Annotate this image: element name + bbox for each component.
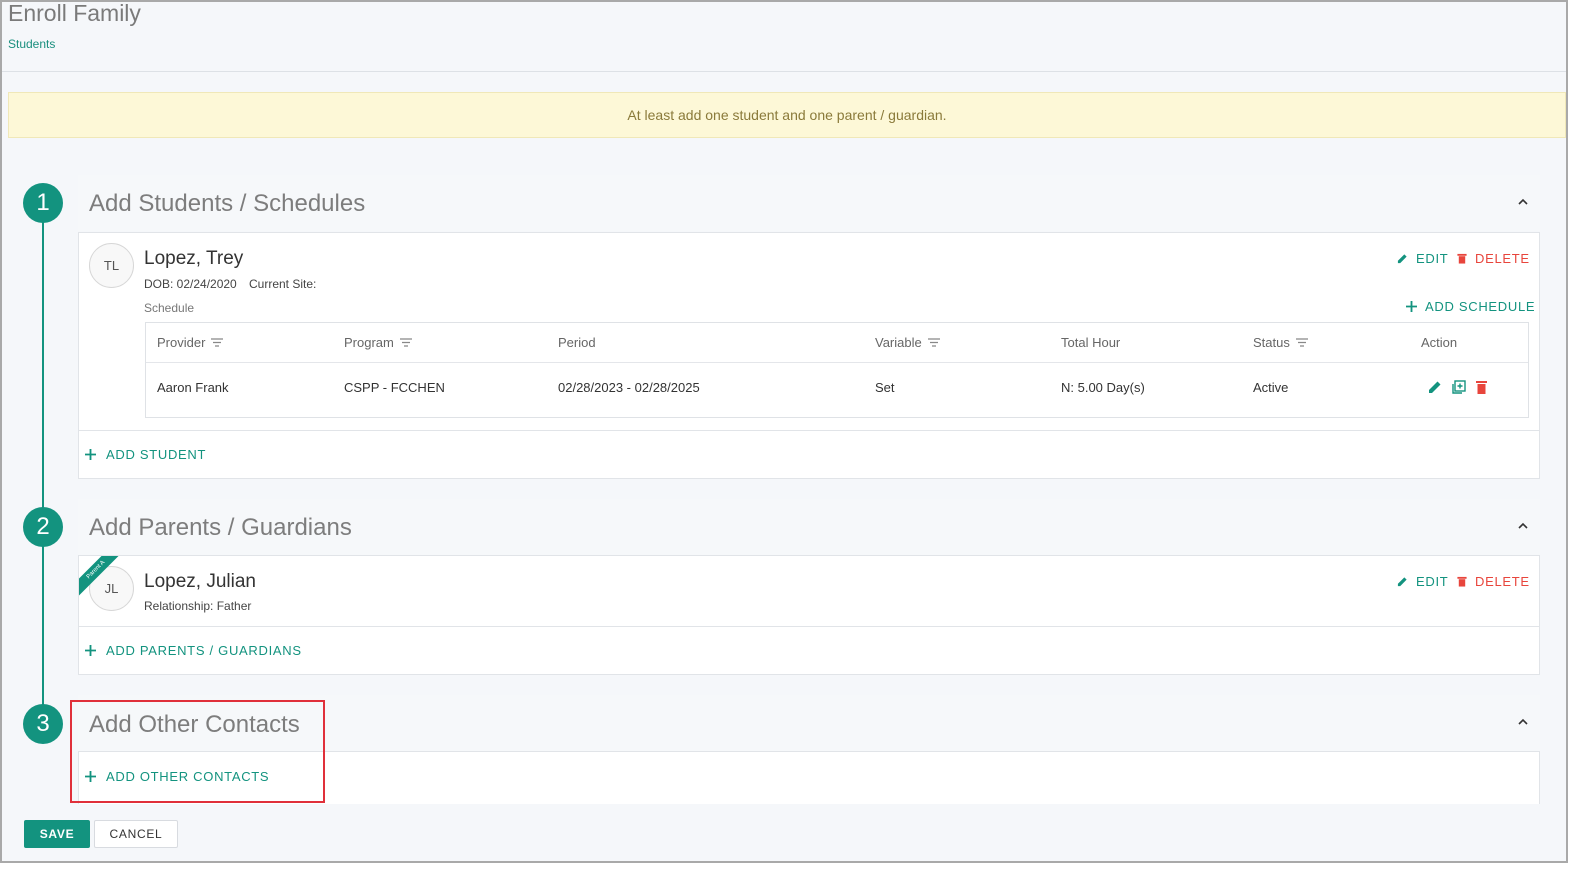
section-parents-title: Add Parents / Guardians bbox=[89, 514, 352, 541]
edit-label: EDIT bbox=[1416, 574, 1449, 589]
pencil-icon bbox=[1397, 254, 1407, 264]
breadcrumb-students[interactable]: Students bbox=[8, 37, 1566, 51]
add-parents-label: ADD PARENTS / GUARDIANS bbox=[106, 643, 302, 658]
cell-provider: Aaron Frank bbox=[157, 380, 229, 395]
cell-total-hour: N: 5.00 Day(s) bbox=[1061, 380, 1145, 395]
avatar: TL bbox=[89, 243, 134, 288]
add-parents-button[interactable]: ADD PARENTS / GUARDIANS bbox=[85, 643, 302, 658]
parent-ribbon: Parent A bbox=[79, 556, 125, 602]
edit-parent-button[interactable]: EDIT bbox=[1397, 574, 1448, 589]
edit-schedule-icon[interactable] bbox=[1428, 380, 1442, 394]
page-title: Enroll Family bbox=[8, 0, 141, 26]
chevron-up-icon[interactable] bbox=[1516, 715, 1530, 729]
delete-schedule-icon[interactable] bbox=[1476, 380, 1487, 394]
plus-icon bbox=[85, 645, 96, 656]
section-parents-header[interactable]: Add Parents / Guardians bbox=[78, 499, 1540, 555]
add-student-label: ADD STUDENT bbox=[106, 447, 207, 462]
delete-parent-button[interactable]: DELETE bbox=[1457, 574, 1530, 589]
trash-icon bbox=[1457, 253, 1467, 264]
copy-add-icon[interactable] bbox=[1452, 380, 1466, 394]
step-2-badge: 2 bbox=[23, 507, 63, 547]
delete-label: DELETE bbox=[1475, 574, 1530, 589]
column-header-variable[interactable]: Variable bbox=[875, 335, 940, 350]
add-student-button[interactable]: ADD STUDENT bbox=[85, 447, 206, 462]
trash-icon bbox=[1457, 576, 1467, 587]
schedule-label: Schedule bbox=[144, 301, 195, 315]
plus-icon bbox=[85, 449, 96, 460]
cell-program: CSPP - FCCHEN bbox=[344, 380, 445, 395]
column-header-total-hour: Total Hour bbox=[1061, 335, 1121, 350]
cancel-button[interactable]: CANCEL bbox=[94, 820, 178, 848]
cell-period: 02/28/2023 - 02/28/2025 bbox=[558, 380, 700, 395]
page-header: Enroll Family Students bbox=[2, 2, 1566, 72]
student-current-site: Current Site: bbox=[249, 277, 317, 291]
edit-student-button[interactable]: EDIT bbox=[1397, 251, 1448, 266]
form-footer: SAVE CANCEL bbox=[2, 804, 1566, 861]
parent-name: Lopez, Julian bbox=[144, 571, 256, 592]
column-header-status[interactable]: Status bbox=[1253, 335, 1308, 350]
filter-icon[interactable] bbox=[927, 338, 940, 347]
student-dob: DOB: 02/24/2020 bbox=[144, 277, 237, 291]
add-schedule-label: ADD SCHEDULE bbox=[1425, 299, 1536, 314]
step-3-badge: 3 bbox=[23, 704, 63, 744]
highlight-annotation bbox=[70, 700, 325, 803]
column-header-period: Period bbox=[558, 335, 596, 350]
table-header: Provider Program Period Variable Total H… bbox=[146, 323, 1528, 363]
cell-variable: Set bbox=[875, 380, 895, 395]
filter-icon[interactable] bbox=[1295, 338, 1308, 347]
column-header-action: Action bbox=[1421, 335, 1458, 350]
warning-alert: At least add one student and one parent … bbox=[8, 92, 1566, 138]
delete-label: DELETE bbox=[1475, 251, 1530, 266]
parents-card: JL Parent A Lopez, Julian Relationship: … bbox=[78, 555, 1540, 675]
parent-relationship: Relationship: Father bbox=[144, 599, 252, 613]
delete-student-button[interactable]: DELETE bbox=[1457, 251, 1530, 266]
section-students-title: Add Students / Schedules bbox=[89, 190, 366, 217]
students-card: TL Lopez, Trey DOB: 02/24/2020 Current S… bbox=[78, 232, 1540, 479]
divider bbox=[79, 626, 1539, 627]
column-header-provider[interactable]: Provider bbox=[157, 335, 224, 350]
chevron-up-icon[interactable] bbox=[1516, 519, 1530, 533]
parent-ribbon-label: Parent A bbox=[79, 556, 125, 599]
edit-label: EDIT bbox=[1416, 251, 1449, 266]
add-schedule-button[interactable]: ADD SCHEDULE bbox=[1406, 299, 1535, 314]
section-students-header[interactable]: Add Students / Schedules bbox=[78, 175, 1540, 231]
filter-icon[interactable] bbox=[399, 338, 412, 347]
student-name: Lopez, Trey bbox=[144, 248, 244, 269]
divider bbox=[79, 430, 1539, 431]
column-header-program[interactable]: Program bbox=[344, 335, 412, 350]
chevron-up-icon[interactable] bbox=[1516, 195, 1530, 209]
save-button[interactable]: SAVE bbox=[24, 820, 90, 848]
app-frame: Enroll Family Students At least add one … bbox=[0, 0, 1568, 863]
filter-icon[interactable] bbox=[211, 338, 224, 347]
steps-timeline bbox=[42, 202, 44, 712]
cell-status: Active bbox=[1253, 380, 1289, 395]
pencil-icon bbox=[1397, 577, 1407, 587]
step-1-badge: 1 bbox=[23, 183, 63, 223]
plus-icon bbox=[1406, 301, 1417, 312]
schedule-table: Provider Program Period Variable Total H… bbox=[145, 322, 1529, 418]
